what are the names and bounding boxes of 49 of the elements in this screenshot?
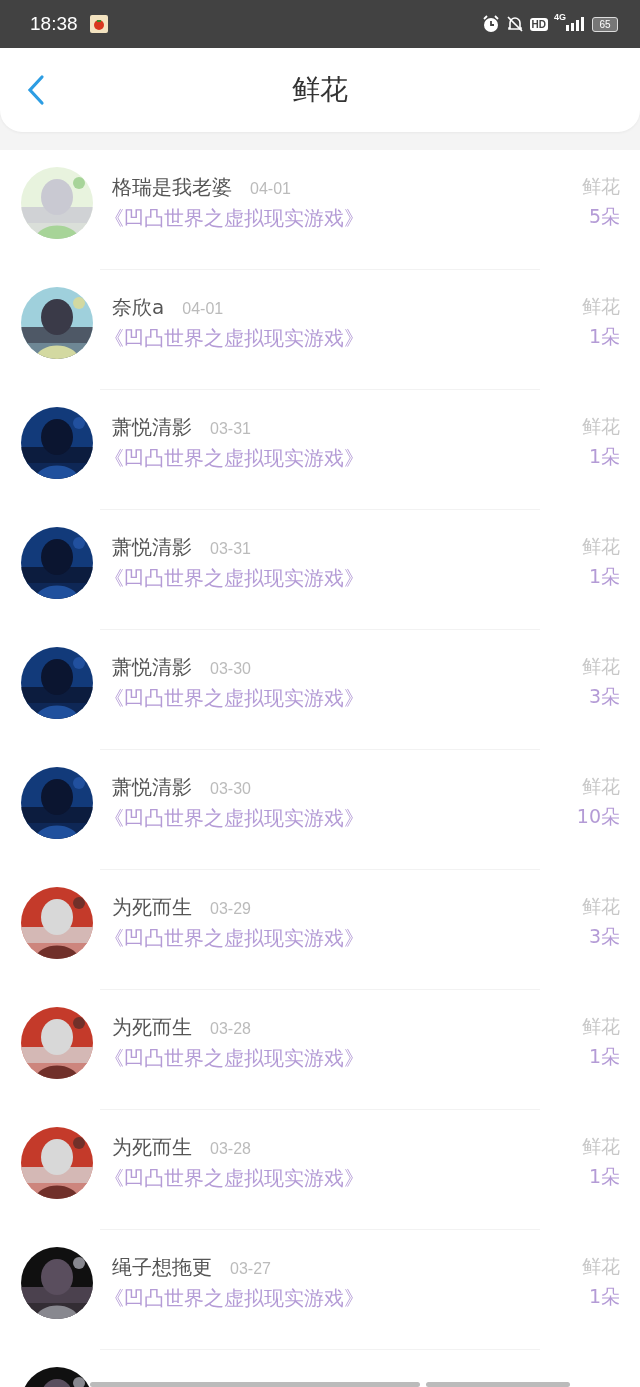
bell-muted-icon bbox=[505, 15, 524, 33]
gift-date: 03-29 bbox=[210, 900, 251, 918]
flower-count: 1朵 bbox=[588, 564, 620, 589]
hd-badge: HD bbox=[529, 17, 548, 31]
gift-date: 03-30 bbox=[210, 780, 251, 798]
user-name: 萧悦清影 bbox=[112, 654, 192, 681]
flower-count: 1朵 bbox=[588, 444, 620, 469]
user-name: 为死而生 bbox=[112, 894, 192, 921]
flower-count: 1朵 bbox=[588, 1284, 620, 1309]
book-title[interactable]: 《凹凸世界之虚拟现实游戏》 bbox=[104, 925, 582, 952]
flower-count: 1朵 bbox=[588, 1164, 620, 1189]
gift-date: 03-31 bbox=[210, 420, 251, 438]
gift-date: 03-30 bbox=[210, 660, 251, 678]
page-title: 鲜花 bbox=[292, 72, 348, 108]
gift-date: 04-01 bbox=[182, 300, 224, 318]
network-type: 4G bbox=[554, 12, 566, 22]
flower-count: 5朵 bbox=[588, 204, 620, 229]
book-title[interactable]: 《凹凸世界之虚拟现实游戏》 bbox=[104, 1165, 582, 1192]
book-title[interactable]: 《凹凸世界之虚拟现实游戏》 bbox=[104, 445, 582, 472]
user-name: 萧悦清影 bbox=[112, 534, 192, 561]
gift-date: 03-31 bbox=[210, 540, 251, 558]
book-title[interactable]: 《凹凸世界之虚拟现实游戏》 bbox=[104, 325, 582, 352]
gift-date: 03-27 bbox=[230, 1260, 271, 1278]
book-title[interactable]: 《凹凸世界之虚拟现实游戏》 bbox=[104, 805, 577, 832]
user-name: 萧悦清影 bbox=[112, 774, 192, 801]
gift-date: 03-28 bbox=[210, 1140, 251, 1158]
user-name: 为死而生 bbox=[112, 1134, 192, 1161]
alarm-icon bbox=[481, 15, 500, 33]
flower-count: 1朵 bbox=[588, 324, 620, 349]
user-name: 奈欣a bbox=[112, 294, 165, 321]
flower-count: 3朵 bbox=[588, 924, 620, 949]
battery-icon: 65 bbox=[592, 16, 618, 32]
user-name: 绳子想拖更 bbox=[112, 1254, 212, 1281]
flower-count: 1朵 bbox=[588, 1044, 620, 1069]
book-title[interactable]: 《凹凸世界之虚拟现实游戏》 bbox=[104, 685, 582, 712]
flower-count: 3朵 bbox=[588, 684, 620, 709]
user-name: 萧悦清影 bbox=[112, 414, 192, 441]
tomato-icon bbox=[89, 15, 108, 33]
clock-time: 18:38 bbox=[30, 13, 78, 35]
book-title[interactable]: 《凹凸世界之虚拟现实游戏》 bbox=[104, 205, 582, 232]
gift-date: 03-28 bbox=[210, 1020, 251, 1038]
book-title[interactable]: 《凹凸世界之虚拟现实游戏》 bbox=[104, 1045, 582, 1072]
book-title[interactable]: 《凹凸世界之虚拟现实游戏》 bbox=[104, 565, 582, 592]
user-name: 为死而生 bbox=[112, 1014, 192, 1041]
signal-icon bbox=[566, 17, 586, 31]
user-name: 格瑞是我老婆 bbox=[112, 174, 232, 201]
book-title[interactable]: 《凹凸世界之虚拟现实游戏》 bbox=[104, 1285, 582, 1312]
gift-date: 04-01 bbox=[250, 180, 291, 198]
flower-count: 10朵 bbox=[576, 804, 620, 829]
